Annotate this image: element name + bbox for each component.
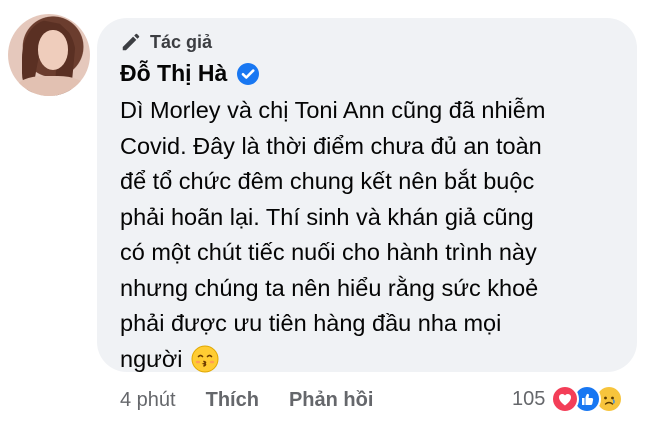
comment-line: Dì Morley và chị Toni Ann cũng đã nhiễm (120, 97, 546, 123)
comment-line: để tổ chức đêm chung kết nên bắt buộc (120, 168, 535, 194)
comment-line: người (120, 345, 183, 372)
author-avatar[interactable] (8, 14, 90, 96)
like-button[interactable]: Thích (206, 389, 259, 412)
avatar-face (38, 30, 68, 70)
comment-text: Dì Morley và chị Toni Ann cũng đã nhiễm … (120, 93, 620, 377)
author-name[interactable]: Đỗ Thị Hà (120, 60, 227, 87)
pencil-icon (122, 33, 140, 51)
comment-line: có một chút tiếc nuối cho hành trình này (120, 239, 537, 265)
reply-button[interactable]: Phản hồi (289, 389, 373, 412)
author-name-row: Đỗ Thị Hà (120, 60, 260, 87)
author-badge-label: Tác giả (150, 31, 213, 52)
comment-line: phải hoãn lại. Thí sinh và khán giả cũng (120, 203, 534, 230)
love-icon (551, 385, 580, 413)
verified-badge-icon (237, 62, 260, 85)
comment-actions: 4 phút Thích Phản hồi (120, 389, 403, 412)
comment-line: Covid. Đây là thời điểm chưa đủ an toàn (120, 132, 542, 159)
comment-last-line: người (120, 342, 620, 378)
author-badge: Tác giả (120, 31, 212, 53)
avatar-shoulder (16, 76, 86, 96)
reaction-count: 105 (512, 387, 546, 410)
kissing-face-with-smiling-eyes-icon (191, 345, 219, 372)
reaction-summary[interactable]: 105 (512, 385, 624, 413)
comment-line: nhưng chúng ta nên hiểu rằng sức khoẻ (120, 274, 539, 301)
comment-line: phải được ưu tiên hàng đầu nha mọi (120, 310, 502, 336)
comment-timestamp[interactable]: 4 phút (120, 389, 176, 412)
